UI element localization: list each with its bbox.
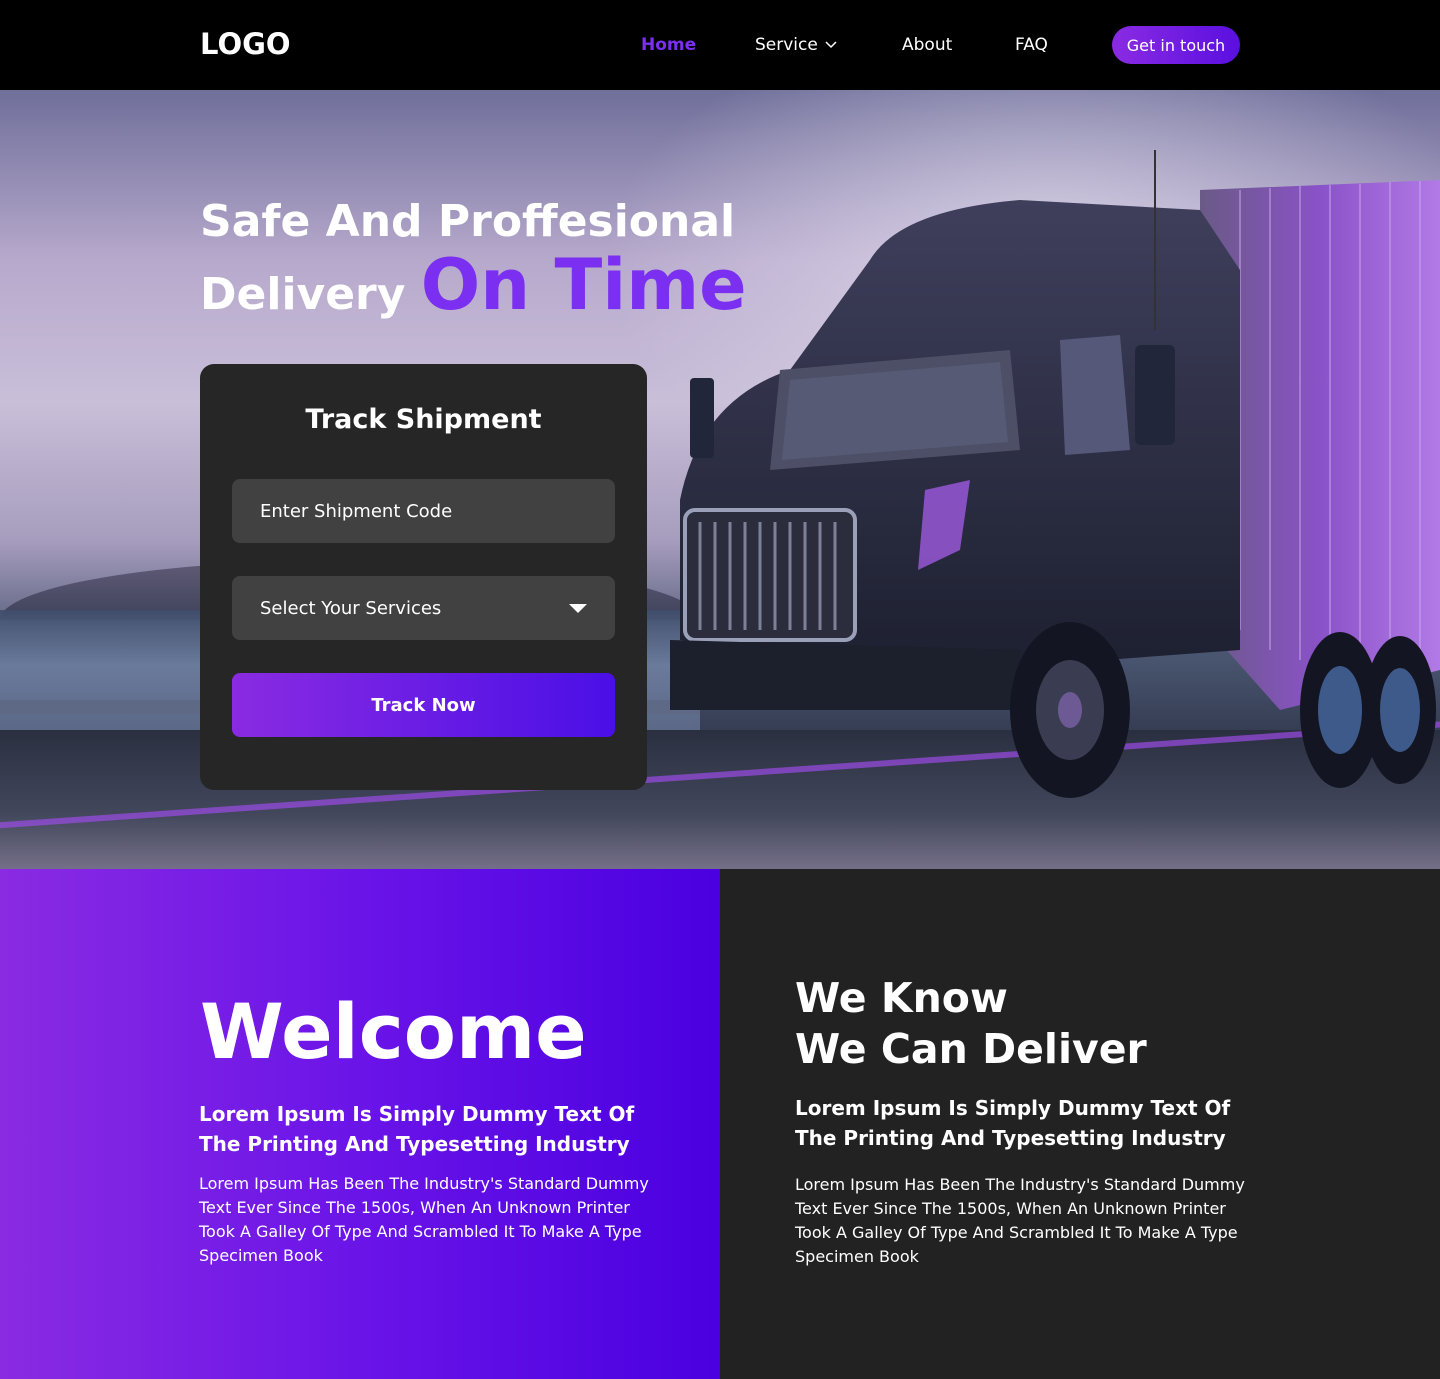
nav-faq-link[interactable]: FAQ [1015,35,1048,55]
nav-service-link[interactable]: Service [755,35,838,55]
nav-service-label: Service [755,35,818,55]
deliver-title: We Know We Can Deliver [795,973,1295,1075]
hero-title-line1: Safe And Proffesional [200,196,736,247]
chevron-down-icon [825,41,837,49]
service-select-label: Select Your Services [260,597,442,619]
welcome-title: Welcome [200,987,587,1076]
track-now-button[interactable]: Track Now [232,673,615,737]
hero-title-line2: Delivery On Time [200,248,747,332]
shipment-code-input[interactable] [232,479,615,543]
logo[interactable]: LOGO [200,27,291,61]
caret-down-icon [569,603,587,613]
track-shipment-title: Track Shipment [305,404,542,435]
welcome-section: Welcome Lorem Ipsum Is Simply Dummy Text… [0,869,720,1379]
deliver-body: Lorem Ipsum Has Been The Industry's Stan… [795,1175,1245,1266]
hero-headline: Safe And Proffesional Delivery On Time [200,196,747,332]
service-select[interactable]: Select Your Services [232,576,615,640]
truck-image [670,150,1440,798]
welcome-body: Lorem Ipsum Has Been The Industry's Stan… [199,1174,649,1265]
welcome-subtitle: Lorem Ipsum Is Simply Dummy Text Of The … [199,1102,635,1156]
deliver-title-line2: We Can Deliver [795,1025,1147,1073]
hero-section: Safe And Proffesional Delivery On Time T… [0,90,1440,869]
nav-home-link[interactable]: Home [641,35,696,55]
deliver-title-line1: We Know [795,974,1008,1022]
hero-title-prefix: Delivery [200,269,406,320]
get-in-touch-button[interactable]: Get in touch [1112,26,1240,64]
nav-about-link[interactable]: About [902,35,952,55]
deliver-section: We Know We Can Deliver Lorem Ipsum Is Si… [720,869,1440,1379]
hero-title-accent: On Time [420,244,747,326]
deliver-subtitle: Lorem Ipsum Is Simply Dummy Text Of The … [795,1096,1231,1150]
top-nav: LOGO Home Service About FAQ Get in touch [0,0,1440,90]
track-shipment-card: Track Shipment Select Your Services Trac… [200,364,647,790]
